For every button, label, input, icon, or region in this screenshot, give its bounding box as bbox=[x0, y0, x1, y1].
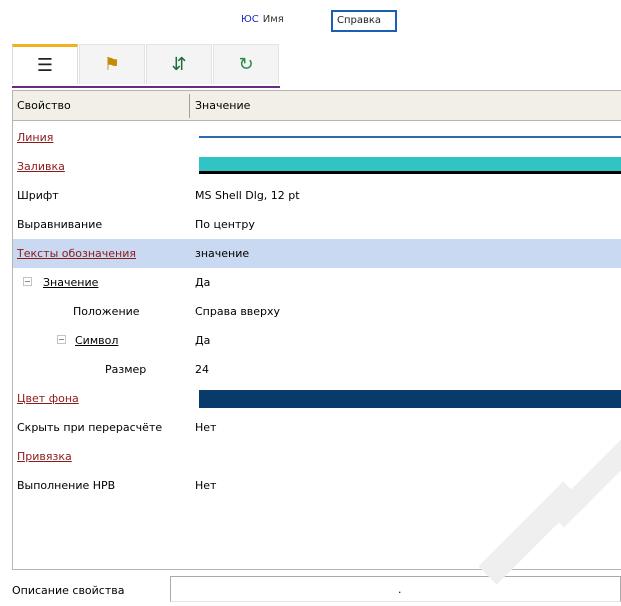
tab-properties[interactable]: ☰ bbox=[12, 44, 78, 84]
property-value[interactable]: Да bbox=[195, 276, 210, 289]
description-value: . bbox=[398, 583, 402, 596]
wizard-icon: ⚑ bbox=[103, 54, 121, 75]
collapse-toggle[interactable] bbox=[23, 277, 32, 286]
property-row-hpb[interactable]: Выполнение HPB Нет bbox=[13, 471, 621, 500]
property-name[interactable]: Значение bbox=[43, 276, 98, 289]
property-name: Размер bbox=[105, 363, 147, 376]
property-name[interactable]: Привязка bbox=[17, 450, 72, 463]
property-row-symbol-group[interactable]: Символ Да bbox=[13, 326, 621, 355]
description-field[interactable]: . bbox=[170, 576, 621, 602]
property-name[interactable]: Заливка bbox=[17, 160, 65, 173]
property-value[interactable]: Нет bbox=[195, 479, 216, 492]
property-row-legend-texts[interactable]: Тексты обозначения значение bbox=[13, 239, 621, 268]
property-row-value-group[interactable]: Значение Да bbox=[13, 268, 621, 297]
grid-header: Свойство Значение bbox=[13, 91, 621, 121]
property-name[interactable]: Тексты обозначения bbox=[17, 247, 136, 260]
top-name-label: Имя bbox=[262, 14, 284, 25]
property-name[interactable]: Символ bbox=[75, 334, 118, 347]
tab-refresh[interactable]: ↻ bbox=[213, 44, 279, 84]
property-row-binding[interactable]: Привязка bbox=[13, 442, 621, 471]
property-name[interactable]: Линия bbox=[17, 131, 53, 144]
property-row-line[interactable]: Линия bbox=[13, 123, 621, 152]
top-id-label: ЮС bbox=[241, 14, 259, 25]
property-value[interactable]: Справа вверху bbox=[195, 305, 280, 318]
property-row-hide[interactable]: Скрыть при перерасчёте Нет bbox=[13, 413, 621, 442]
property-name: Выравнивание bbox=[17, 218, 103, 231]
column-header-value[interactable]: Значение bbox=[195, 99, 250, 112]
property-value[interactable]: Нет bbox=[195, 421, 216, 434]
property-name: Скрыть при перерасчёте bbox=[17, 421, 163, 434]
property-grid: Свойство Значение Линия Заливка Шрифт MS… bbox=[12, 90, 621, 570]
refresh-icon: ↻ bbox=[238, 54, 254, 75]
fill-color-bar bbox=[199, 157, 621, 174]
top-bar: ЮС Имя Справка bbox=[0, 0, 621, 40]
description-label: Описание свойства bbox=[12, 584, 125, 597]
property-row-alignment[interactable]: Выравнивание По центру bbox=[13, 210, 621, 239]
property-row-background[interactable]: Цвет фона bbox=[13, 384, 621, 413]
column-splitter[interactable] bbox=[189, 94, 190, 118]
property-name[interactable]: Цвет фона bbox=[17, 392, 79, 405]
property-row-fill[interactable]: Заливка bbox=[13, 152, 621, 181]
tab-tree[interactable]: ⇵ bbox=[146, 44, 212, 84]
property-value[interactable]: 24 bbox=[195, 363, 209, 376]
line-color-bar bbox=[199, 136, 621, 138]
background-color-bar bbox=[199, 390, 621, 408]
property-name: Положение bbox=[73, 305, 140, 318]
property-row-position[interactable]: Положение Справа вверху bbox=[13, 297, 621, 326]
column-header-property[interactable]: Свойство bbox=[17, 99, 71, 112]
list-icon: ☰ bbox=[36, 55, 54, 76]
property-value[interactable]: По центру bbox=[195, 218, 255, 231]
help-button[interactable]: Справка bbox=[331, 10, 397, 32]
property-row-size[interactable]: Размер 24 bbox=[13, 355, 621, 384]
property-row-font[interactable]: Шрифт MS Shell Dlg, 12 pt bbox=[13, 181, 621, 210]
property-value[interactable]: Да bbox=[195, 334, 210, 347]
property-name: Шрифт bbox=[17, 189, 59, 202]
tab-strip: ☰ ⚑ ⇵ ↻ bbox=[12, 44, 280, 88]
tree-icon: ⇵ bbox=[171, 54, 187, 75]
collapse-toggle[interactable] bbox=[57, 335, 66, 344]
property-value[interactable]: MS Shell Dlg, 12 pt bbox=[195, 189, 300, 202]
property-value[interactable]: значение bbox=[195, 247, 249, 260]
property-name: Выполнение HPB bbox=[17, 479, 116, 492]
tab-wizard[interactable]: ⚑ bbox=[79, 44, 145, 84]
top-label: ЮС Имя bbox=[241, 14, 284, 25]
